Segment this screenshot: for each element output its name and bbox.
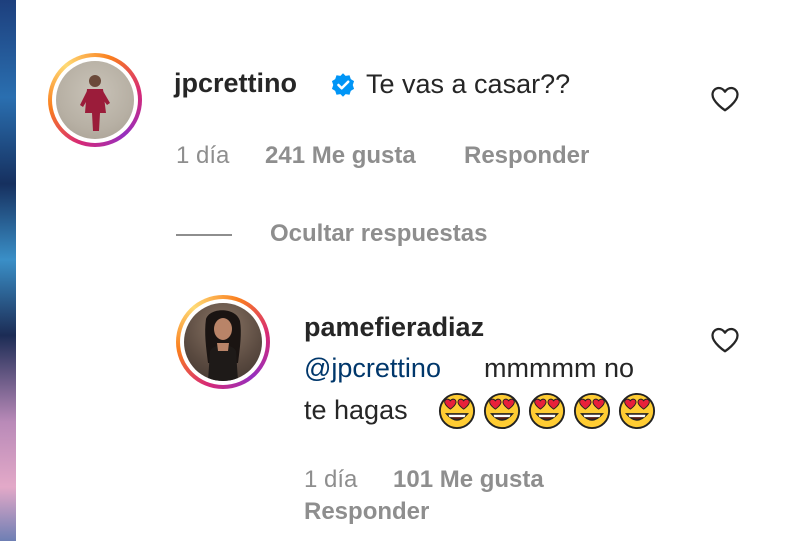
like-reply-heart-icon[interactable] <box>710 326 740 354</box>
comment-time: 1 día <box>176 142 230 169</box>
reply-text-line2: te hagas <box>304 395 408 425</box>
reply-mention-link[interactable]: @jpcrettino <box>304 353 441 384</box>
heart-eyes-emoji <box>528 392 566 430</box>
heart-eyes-emoji <box>618 392 656 430</box>
replies-divider <box>176 234 232 236</box>
comment-username[interactable]: jpcrettino <box>174 68 297 99</box>
reply-time: 1 día <box>304 466 358 493</box>
reply-reply-button[interactable]: Responder <box>304 498 429 526</box>
hide-replies-button[interactable]: Ocultar respuestas <box>270 220 487 248</box>
heart-eyes-emoji <box>483 392 521 430</box>
avatar-photo <box>184 303 262 381</box>
reply-username[interactable]: pamefieradiaz <box>304 312 484 343</box>
verified-badge-icon <box>331 73 355 97</box>
heart-eyes-emoji <box>438 392 476 430</box>
heart-eyes-emoji <box>573 392 611 430</box>
comment-likes[interactable]: 241 Me gusta <box>265 142 416 170</box>
reply-text-line1: mmmmm no <box>484 353 634 383</box>
avatar-photo <box>56 61 134 139</box>
comment-reply-button[interactable]: Responder <box>464 142 589 170</box>
like-comment-heart-icon[interactable] <box>710 85 740 113</box>
comments-panel: jpcrettino Te vas a casar?? 1 día 241 Me… <box>0 0 800 541</box>
jpcrettino-avatar[interactable] <box>48 53 142 147</box>
background-image-edge <box>0 0 16 541</box>
pamefieradiaz-avatar[interactable] <box>176 295 270 389</box>
comment-text: Te vas a casar?? <box>366 69 571 99</box>
reply-likes[interactable]: 101 Me gusta <box>393 466 544 494</box>
